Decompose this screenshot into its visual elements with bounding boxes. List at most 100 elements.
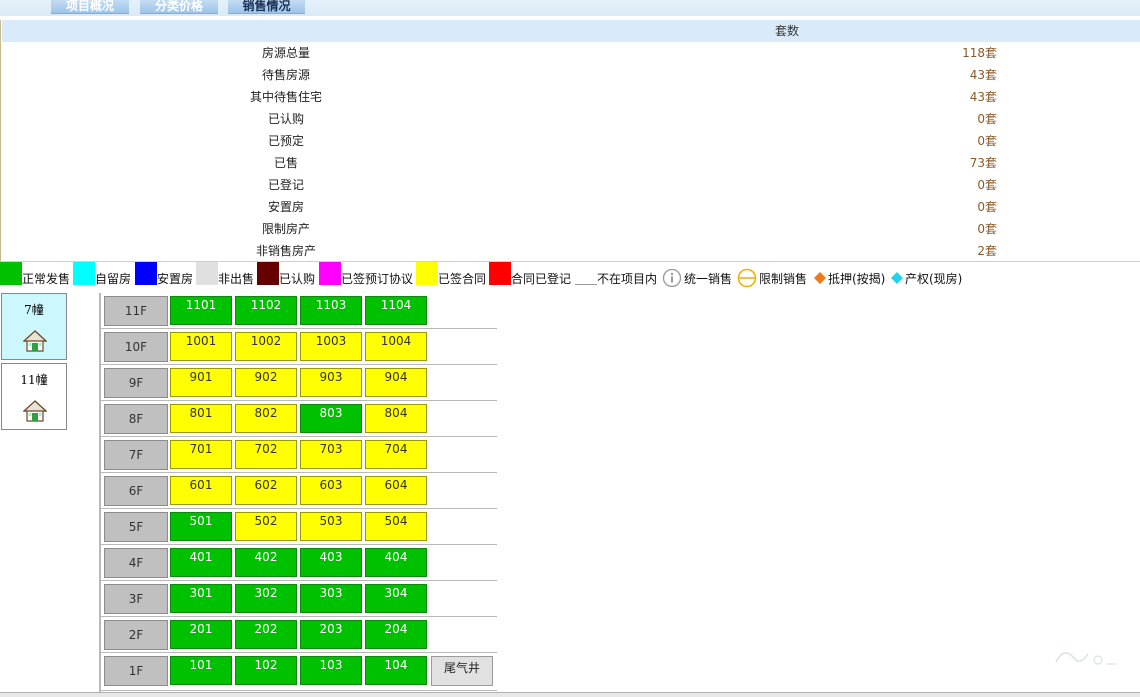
unit-cell[interactable]: 101 xyxy=(170,656,232,685)
unit-cell[interactable]: 303 xyxy=(300,584,362,613)
building-name: 7幢 xyxy=(24,303,44,317)
summary-row-label: 已登记 xyxy=(267,178,304,192)
legend-swatch xyxy=(135,262,157,285)
summary-row: 限制房产 0套 xyxy=(1,218,1140,240)
summary-header: 套数 xyxy=(2,20,1140,42)
unit-cell[interactable]: 802 xyxy=(235,404,297,433)
unit-cell[interactable]: 402 xyxy=(235,548,297,577)
legend-swatch xyxy=(73,262,95,285)
unit-cell[interactable]: 603 xyxy=(300,476,362,505)
summary-row-value: 0套 xyxy=(977,178,997,192)
tab-category-price[interactable]: 分类价格 xyxy=(140,0,218,14)
unit-cell[interactable]: 102 xyxy=(235,656,297,685)
unit-cell[interactable]: 202 xyxy=(235,620,297,649)
legend-label: 已认购 xyxy=(279,272,316,286)
floor-label: 7F xyxy=(104,440,168,470)
bottom-border xyxy=(0,692,1140,697)
unit-cell[interactable]: 504 xyxy=(365,512,427,541)
summary-row-value: 0套 xyxy=(977,222,997,236)
unit-cell[interactable]: 201 xyxy=(170,620,232,649)
legend-swatch xyxy=(196,262,218,285)
building-name: 11幢 xyxy=(20,373,48,387)
unit-cell[interactable]: 503 xyxy=(300,512,362,541)
unit-cell[interactable]: 703 xyxy=(300,440,362,469)
unit-cell[interactable]: 502 xyxy=(235,512,297,541)
restricted-circle-icon xyxy=(737,268,757,288)
unit-cell[interactable]: 901 xyxy=(170,368,232,397)
floor-row: 5F 501 502 503 504 xyxy=(101,509,497,545)
summary-row-value: 118套 xyxy=(962,46,997,60)
legend-item: 已签预订协议 xyxy=(319,262,429,290)
unit-cell[interactable]: 1001 xyxy=(170,332,232,361)
unit-cell[interactable]: 104 xyxy=(365,656,427,685)
floor-row: 6F 601 602 603 604 xyxy=(101,473,497,509)
unit-cell[interactable]: 302 xyxy=(235,584,297,613)
orange-diamond-icon xyxy=(814,272,826,284)
unit-cell[interactable]: 704 xyxy=(365,440,427,469)
unit-cell[interactable]: 904 xyxy=(365,368,427,397)
floor-row: 8F 801 802 803 804 xyxy=(101,401,497,437)
unit-cell[interactable]: 401 xyxy=(170,548,232,577)
unit-cell[interactable]: 602 xyxy=(235,476,297,505)
unit-cell[interactable]: 304 xyxy=(365,584,427,613)
legend-swatch xyxy=(489,262,511,285)
summary-row: 房源总量 118套 xyxy=(1,42,1140,64)
summary-row-label: 已售 xyxy=(273,156,298,170)
legend-label: 自留房 xyxy=(95,272,132,286)
unit-cell[interactable]: 501 xyxy=(170,512,232,541)
summary-row-label: 已认购 xyxy=(267,112,304,126)
summary-row-value: 43套 xyxy=(969,68,997,82)
house-icon xyxy=(22,329,48,353)
summary-row-label: 限制房产 xyxy=(261,222,310,236)
unit-cell[interactable]: 1003 xyxy=(300,332,362,361)
summary-header-label: 套数 xyxy=(774,24,799,38)
summary-row: 已认购 0套 xyxy=(1,108,1140,130)
unit-cell[interactable]: 103 xyxy=(300,656,362,685)
summary-row: 其中待售住宅 43套 xyxy=(1,86,1140,108)
unit-cell[interactable]: 403 xyxy=(300,548,362,577)
legend-label: 限制销售 xyxy=(759,272,808,286)
floor-row: 7F 701 702 703 704 xyxy=(101,437,497,473)
unit-cell[interactable]: 702 xyxy=(235,440,297,469)
unit-cell[interactable]: 803 xyxy=(300,404,362,433)
unit-cell[interactable]: 1101 xyxy=(170,296,232,325)
watermark-logo xyxy=(1055,652,1116,665)
exhaust-shaft-cell[interactable]: 尾气井 xyxy=(431,656,493,686)
unit-cell[interactable]: 903 xyxy=(300,368,362,397)
unit-cell[interactable]: 1103 xyxy=(300,296,362,325)
legend-label: 非出售 xyxy=(218,272,255,286)
unit-cell[interactable]: 604 xyxy=(365,476,427,505)
unit-cell[interactable]: 404 xyxy=(365,548,427,577)
unit-cell[interactable]: 801 xyxy=(170,404,232,433)
unit-cell[interactable]: 1004 xyxy=(365,332,427,361)
unit-cell[interactable]: 804 xyxy=(365,404,427,433)
summary-row: 非销售房产 2套 xyxy=(1,240,1140,262)
tab-sales-status[interactable]: 销售情况 xyxy=(228,0,305,14)
legend-label: 统一销售 xyxy=(684,272,733,286)
unit-cell[interactable]: 1002 xyxy=(235,332,297,361)
unit-cell[interactable]: 204 xyxy=(365,620,427,649)
status-legend: 正常发售 自留房 安置房 非出售 已认购 已签预订协议 已签合同 合同已登记 不在项目内 统一销售… xyxy=(0,262,1140,290)
floor-label: 1F xyxy=(104,656,168,686)
building-item[interactable]: 7幢 xyxy=(1,293,67,360)
unit-cell[interactable]: 701 xyxy=(170,440,232,469)
summary-row-label: 安置房 xyxy=(267,200,304,214)
tab-project-overview[interactable]: 项目概况 xyxy=(51,0,129,14)
legend-label: 已签合同 xyxy=(438,272,487,286)
floor-label: 10F xyxy=(104,332,168,362)
unit-cell[interactable]: 601 xyxy=(170,476,232,505)
building-item[interactable]: 11幢 xyxy=(1,363,67,430)
unit-cell[interactable]: 203 xyxy=(300,620,362,649)
summary-row: 已登记 0套 xyxy=(1,174,1140,196)
summary-row: 安置房 0套 xyxy=(1,196,1140,218)
summary-row-label: 非销售房产 xyxy=(255,244,316,258)
house-icon xyxy=(22,399,48,423)
unit-cell[interactable]: 1102 xyxy=(235,296,297,325)
unit-cell[interactable]: 301 xyxy=(170,584,232,613)
summary-row-value: 0套 xyxy=(977,112,997,126)
summary-row: 已售 73套 xyxy=(1,152,1140,174)
legend-item: 产权(现房) xyxy=(890,262,1000,290)
floor-row: 9F 901 902 903 904 xyxy=(101,365,497,401)
unit-cell[interactable]: 902 xyxy=(235,368,297,397)
unit-cell[interactable]: 1104 xyxy=(365,296,427,325)
